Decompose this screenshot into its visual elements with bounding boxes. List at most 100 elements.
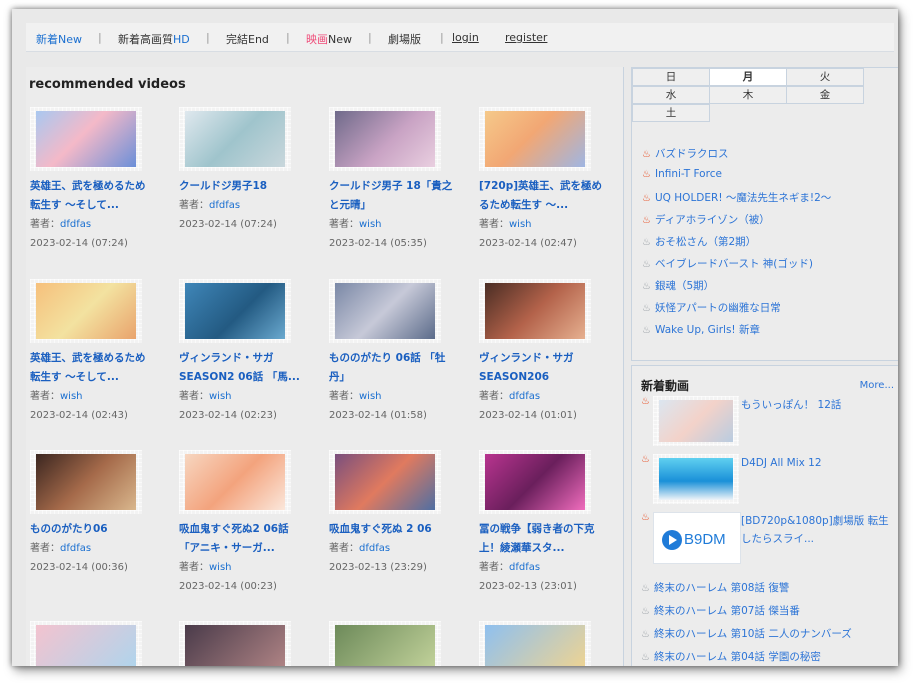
video-thumbnail[interactable] — [179, 279, 291, 343]
ranking-item[interactable]: ♨ Infini-T Force — [642, 168, 722, 180]
video-title[interactable]: ヴィンランド・サガ SEASON2 06話 「馬... — [179, 349, 329, 387]
thumbnail-image — [36, 454, 136, 510]
new-video-link[interactable]: ♨ 終末のハーレム 第10話 二人のナンバーズ — [641, 626, 852, 641]
video-title[interactable]: ヴィンランド・サガ SEASON206 — [479, 349, 629, 387]
site-logo: B9DM — [684, 531, 726, 548]
video-thumbnail[interactable] — [179, 621, 291, 666]
video-card[interactable]: 英雄王、武を極めるため 転生す ～そして... 著者：wish 2023-02-1… — [30, 279, 175, 425]
new-video-link[interactable]: ♨ 終末のハーレム 第07話 傑当番 — [641, 603, 800, 618]
tab-friday[interactable]: 金 — [786, 86, 864, 104]
thumbnail-image — [659, 458, 733, 500]
video-title[interactable]: 冨の戦争【弱き者の下克 上！綾瀬華スタ... — [479, 520, 629, 558]
video-title[interactable]: 英雄王、武を極めるため 転生す ～そして... — [30, 349, 180, 387]
thumbnail-image — [485, 111, 585, 167]
video-title[interactable]: クールドジ男子 18「貴之 と元晴」 — [329, 177, 479, 215]
new-video-title[interactable]: D4DJ All Mix 12 — [741, 454, 896, 472]
new-video-thumbnail[interactable] — [653, 396, 739, 446]
fire-icon: ♨ — [641, 629, 650, 640]
video-date: 2023-02-14 (01:58) — [329, 410, 427, 421]
new-video-thumbnail[interactable] — [653, 454, 739, 504]
nav-new[interactable]: 新着New — [36, 31, 82, 47]
video-title[interactable]: [720p]英雄王、武を極め るため転生す ～... — [479, 177, 629, 215]
video-thumbnail[interactable] — [329, 450, 441, 514]
video-card[interactable]: 吸血鬼すぐ死ぬ 2 06 著者：dfdfas 2023-02-13 (23:29… — [329, 450, 474, 577]
video-author: 著者：dfdfas — [479, 562, 541, 573]
thumbnail-image — [36, 111, 136, 167]
ranking-item[interactable]: ♨ 銀魂（5期） — [642, 278, 714, 293]
video-title[interactable]: 吸血鬼すぐ死ぬ 2 06 — [329, 520, 479, 539]
video-thumbnail[interactable] — [479, 450, 591, 514]
video-thumbnail[interactable] — [30, 279, 142, 343]
thumbnail-image — [185, 454, 285, 510]
video-author: 著者：dfdfas — [30, 543, 92, 554]
tab-saturday[interactable]: 土 — [632, 104, 710, 122]
video-title[interactable]: 吸血鬼すぐ死ぬ2 06話 「アニキ・サーガ... — [179, 520, 329, 558]
video-thumbnail[interactable] — [30, 621, 142, 666]
video-author: 著者：wish — [479, 219, 532, 230]
ranking-item[interactable]: ♨ ディアホライゾン（被） — [642, 212, 770, 227]
video-date: 2023-02-14 (02:47) — [479, 238, 577, 249]
video-card[interactable]: クールドジ男子 18「貴之 と元晴」 著者：wish 2023-02-14 (05… — [329, 107, 474, 253]
tab-tuesday[interactable]: 火 — [786, 68, 864, 86]
new-video-link[interactable]: ♨ 終末のハーレム 第08話 復讐 — [641, 580, 789, 595]
register-link[interactable]: register — [505, 31, 547, 44]
thumbnail-image — [36, 283, 136, 339]
video-title[interactable]: クールドジ男子18 — [179, 177, 329, 196]
new-video-thumbnail[interactable]: B9DM — [653, 512, 741, 564]
nav-theatrical[interactable]: 劇場版 — [388, 31, 421, 47]
video-title[interactable]: もののがたり06 — [30, 520, 180, 539]
video-card[interactable]: ヴィンランド・サガ SEASON2 06話 「馬... 著者：wish 2023-… — [179, 279, 324, 425]
more-link[interactable]: More... — [860, 380, 894, 391]
nav-movie-new[interactable]: 映画New — [306, 31, 352, 47]
video-thumbnail[interactable] — [179, 450, 291, 514]
video-card[interactable]: クールドジ男子18 著者：dfdfas 2023-02-14 (07:24) — [179, 107, 324, 234]
login-link[interactable]: login — [452, 31, 479, 44]
video-card[interactable]: もののがたり06 著者：dfdfas 2023-02-14 (00:36) — [30, 450, 175, 577]
tab-wednesday[interactable]: 水 — [632, 86, 710, 104]
video-thumbnail[interactable] — [329, 621, 441, 666]
ranking-item[interactable]: ♨ UQ HOLDER! ～魔法先生ネギま!2～ — [642, 190, 831, 205]
tab-thursday[interactable]: 木 — [709, 86, 787, 104]
video-thumbnail[interactable] — [479, 279, 591, 343]
video-thumbnail[interactable] — [30, 450, 142, 514]
video-thumbnail[interactable] — [479, 107, 591, 171]
nav-separator: | — [440, 31, 444, 44]
video-card[interactable]: 冨の戦争【弱き者の下克 上！綾瀬華スタ... 著者：dfdfas 2023-02-… — [479, 450, 624, 596]
video-thumbnail[interactable] — [329, 107, 441, 171]
thumbnail-image — [185, 283, 285, 339]
new-video-title[interactable]: もういっぽん！ 12話 — [741, 396, 896, 414]
ranking-item[interactable]: ♨ バズドラクロス — [642, 146, 729, 161]
video-date: 2023-02-14 (05:35) — [329, 238, 427, 249]
video-card[interactable]: [720p]英雄王、武を極め るため転生す ～... 著者：wish 2023-0… — [479, 107, 624, 253]
new-video-link[interactable]: ♨ 終末のハーレム 第04話 学園の秘密 — [641, 649, 821, 664]
section-title: recommended videos — [29, 77, 186, 92]
ranking-item[interactable]: ♨ おそ松さん（第2期） — [642, 234, 756, 249]
fire-icon: ♨ — [642, 325, 651, 336]
nav-complete[interactable]: 完結End — [226, 31, 269, 47]
video-title[interactable]: 英雄王、武を極めるため 転生す ～そして... — [30, 177, 180, 215]
video-card[interactable]: 吸血鬼すぐ死ぬ2 06話 「アニキ・サーガ... 著者：wish 2023-02-… — [179, 450, 324, 596]
video-thumbnail[interactable] — [179, 107, 291, 171]
video-author: 著者：wish — [30, 391, 83, 402]
ranking-item[interactable]: ♨ 妖怪アパートの幽雅な日常 — [642, 300, 781, 315]
video-thumbnail[interactable] — [30, 107, 142, 171]
fire-icon: ♨ — [641, 652, 650, 663]
video-thumbnail[interactable] — [479, 621, 591, 666]
nav-new-hd[interactable]: 新着高画質HD — [118, 31, 190, 47]
thumbnail-image — [185, 111, 285, 167]
fire-icon: ♨ — [641, 454, 650, 465]
tab-monday[interactable]: 月 — [709, 68, 787, 86]
tab-sunday[interactable]: 日 — [632, 68, 710, 86]
video-thumbnail[interactable] — [329, 279, 441, 343]
new-video-title[interactable]: [BD720p&1080p]劇場版 転生したらスライ... — [741, 512, 896, 548]
video-title[interactable]: もののがたり 06話 「牡 丹」 — [329, 349, 479, 387]
video-card[interactable]: ヴィンランド・サガ SEASON206 著者：dfdfas 2023-02-14 … — [479, 279, 624, 425]
video-date: 2023-02-14 (00:36) — [30, 562, 128, 573]
nav-separator: | — [206, 31, 210, 44]
ranking-item[interactable]: ♨ ベイブレードバースト 神(ゴッド) — [642, 256, 813, 271]
video-card[interactable]: 英雄王、武を極めるため 転生す ～そして... 著者：dfdfas 2023-02… — [30, 107, 175, 253]
thumbnail-image — [335, 283, 435, 339]
thumbnail-image — [485, 283, 585, 339]
video-card[interactable]: もののがたり 06話 「牡 丹」 著者：wish 2023-02-14 (01:5… — [329, 279, 474, 425]
ranking-item[interactable]: ♨ Wake Up, Girls! 新章 — [642, 322, 760, 337]
